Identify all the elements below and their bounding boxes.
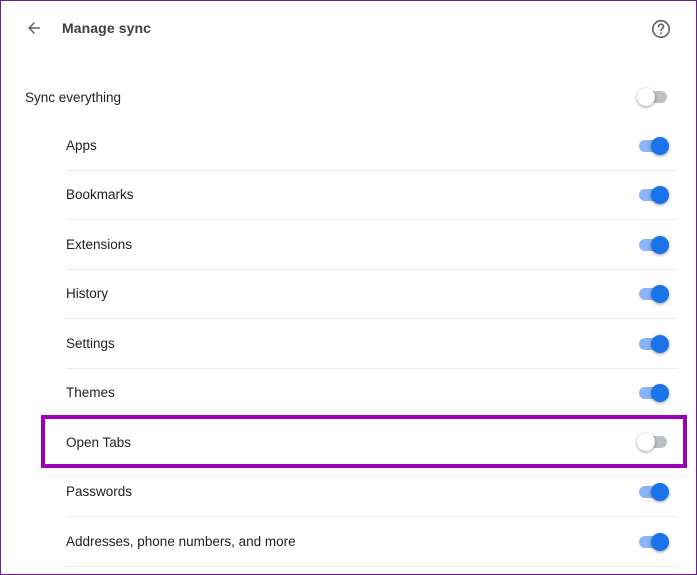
- settings-toggle[interactable]: [637, 334, 669, 354]
- bookmarks-toggle[interactable]: [637, 185, 669, 205]
- sync-item-label: Passwords: [66, 484, 133, 499]
- toggle-knob: [637, 88, 655, 106]
- toggle-knob: [651, 284, 669, 303]
- sync-item-bookmarks: Bookmarks: [66, 170, 677, 220]
- open-tabs-toggle[interactable]: [637, 432, 669, 452]
- sync-item-extensions: Extensions: [66, 220, 677, 270]
- arrow-back-icon: [28, 22, 40, 34]
- sync-item-label: Settings: [66, 336, 115, 351]
- themes-toggle[interactable]: [637, 383, 669, 403]
- toggle-knob: [651, 185, 669, 204]
- sync-item-label: Apps: [66, 138, 97, 153]
- sync-item-label: History: [66, 286, 109, 301]
- page-title: Manage sync: [62, 20, 152, 36]
- toggle-knob: [651, 482, 669, 501]
- sync-item-settings: Settings: [66, 319, 677, 369]
- sync-everything-row: Sync everything: [25, 72, 677, 122]
- sync-item-open-tabs: Open Tabs: [66, 417, 677, 467]
- sync-everything-label: Sync everything: [25, 89, 122, 105]
- sync-item-label: Addresses, phone numbers, and more: [66, 534, 296, 549]
- sync-item-passwords: Passwords: [66, 467, 677, 517]
- history-toggle[interactable]: [637, 284, 669, 304]
- sync-item-apps: Apps: [66, 121, 677, 171]
- toggle-knob: [651, 136, 669, 155]
- sync-item-label: Open Tabs: [66, 434, 132, 450]
- page-header: Manage sync: [0, 0, 697, 58]
- passwords-toggle[interactable]: [637, 482, 669, 502]
- sync-item-label: Bookmarks: [66, 187, 134, 202]
- toggle-knob: [651, 334, 669, 353]
- help-circle-icon: [651, 19, 671, 39]
- sync-item-history: History: [66, 269, 677, 319]
- sync-item-label: Extensions: [66, 237, 133, 252]
- toggle-knob: [651, 235, 669, 254]
- addresses-toggle[interactable]: [637, 532, 669, 552]
- back-button[interactable]: [20, 14, 48, 42]
- sync-item-label: Themes: [66, 385, 115, 400]
- extensions-toggle[interactable]: [637, 235, 669, 255]
- toggle-knob: [651, 532, 669, 551]
- toggle-knob: [651, 383, 669, 402]
- toggle-knob: [637, 433, 655, 451]
- help-button[interactable]: [646, 14, 676, 44]
- sync-everything-toggle[interactable]: [637, 87, 669, 107]
- apps-toggle[interactable]: [637, 136, 669, 156]
- sync-item-addresses: Addresses, phone numbers, and more: [66, 517, 677, 567]
- sync-item-themes: Themes: [66, 368, 677, 418]
